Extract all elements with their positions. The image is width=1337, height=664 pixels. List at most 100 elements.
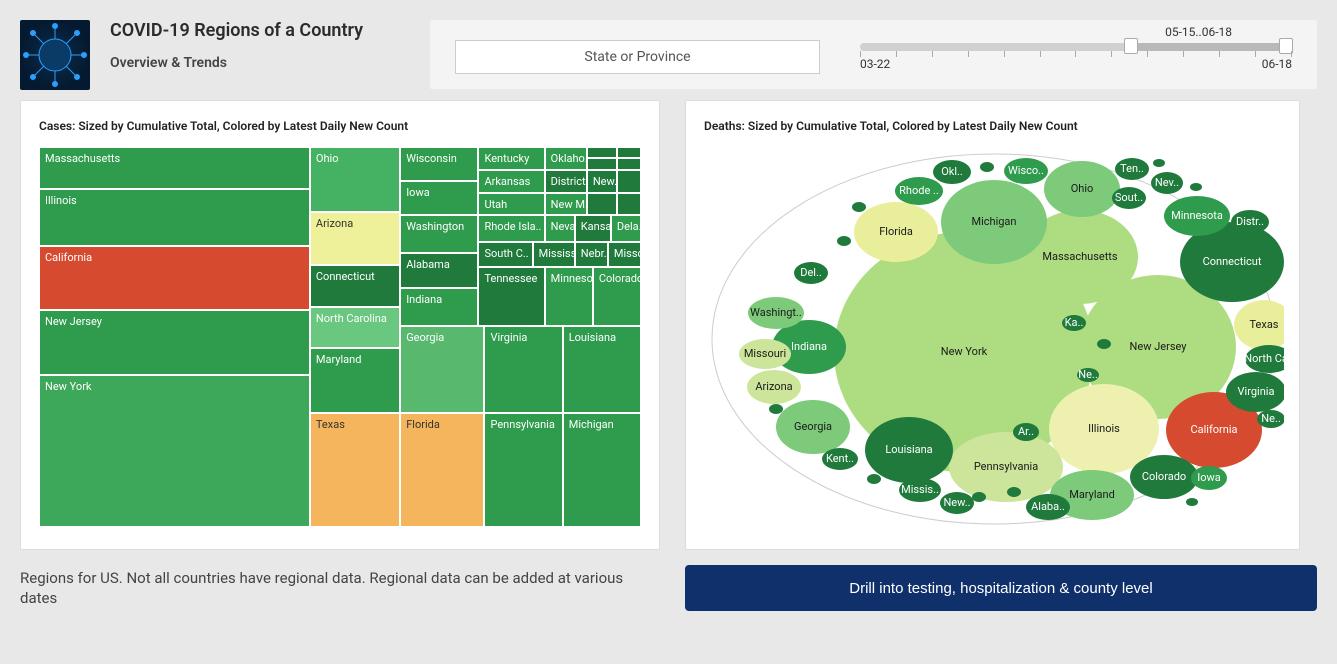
deaths-bubble-card: Deaths: Sized by Cumulative Total, Color… <box>685 100 1300 550</box>
slider-end-labels: 03-22 06-18 <box>860 57 1292 71</box>
bubble[interactable] <box>980 162 994 172</box>
treemap-cell[interactable]: Utah <box>478 193 544 216</box>
treemap-cell[interactable]: District.. <box>545 170 587 193</box>
treemap-cell[interactable]: Maryland <box>310 348 400 413</box>
bubble-label: Rhode .. <box>899 184 939 197</box>
slider-ticks <box>860 51 1292 57</box>
treemap-cell[interactable]: New York <box>39 375 310 527</box>
bubble-label: Florida <box>879 225 913 238</box>
bubble-label: New York <box>941 345 988 358</box>
bubble-label: Nev.. <box>1155 176 1179 189</box>
treemap-cell[interactable]: New.. <box>587 170 617 193</box>
treemap-cell[interactable] <box>617 147 641 158</box>
treemap-cell[interactable]: Colorado <box>593 267 641 326</box>
treemap-cell[interactable]: Louisiana <box>563 326 641 413</box>
treemap-cell[interactable]: Neva.. <box>545 215 575 242</box>
bubble[interactable] <box>1190 183 1202 191</box>
treemap-cell[interactable]: Oklaho.. <box>545 147 587 170</box>
treemap-cell[interactable]: Massachusetts <box>39 147 310 189</box>
footer-row: Regions for US. Not all countries have r… <box>0 550 1337 611</box>
bubble[interactable] <box>1228 291 1240 299</box>
bubble-label: Massachusetts <box>1042 250 1118 263</box>
treemap-cell[interactable]: Kansas <box>575 215 611 242</box>
bubble-label: Kent.. <box>826 452 854 465</box>
treemap-cell[interactable] <box>587 193 617 216</box>
treemap-cell[interactable] <box>587 147 617 158</box>
treemap-cell[interactable]: California <box>39 246 310 311</box>
treemap-cell[interactable]: Arizona <box>310 212 400 265</box>
treemap-cell[interactable]: New M.. <box>545 193 587 216</box>
treemap-cell[interactable]: Texas <box>310 413 400 527</box>
drill-button[interactable]: Drill into testing, hospitalization & co… <box>685 565 1317 611</box>
bubble-label: Wisco.. <box>1008 164 1044 177</box>
bubble-label: Texas <box>1250 318 1279 331</box>
treemap-cell[interactable]: Georgia <box>400 326 484 413</box>
dropdown-placeholder: State or Province <box>584 49 690 65</box>
bubble-label: Georgia <box>794 420 832 433</box>
treemap-cell[interactable]: Rhode Isla.. <box>478 215 544 242</box>
bubble-label: Ar.. <box>1018 425 1034 438</box>
bubble-label: New Jersey <box>1130 340 1188 353</box>
bubble-label: Maryland <box>1069 488 1115 501</box>
treemap-cell[interactable]: Florida <box>400 413 484 527</box>
bubble-label: Indiana <box>791 340 827 353</box>
bubble-label: Missouri <box>744 347 786 360</box>
treemap-cell[interactable]: Virginia <box>484 326 562 413</box>
cases-treemap-card: Cases: Sized by Cumulative Total, Colore… <box>20 100 660 550</box>
bubble-label: Alaba.. <box>1031 500 1065 513</box>
bubble-label: Ne.. <box>1261 412 1281 425</box>
treemap-cell[interactable]: Kentucky <box>478 147 544 170</box>
treemap-cell[interactable]: Iowa <box>400 181 478 215</box>
cases-treemap[interactable]: MassachusettsIllinoisCaliforniaNew Jerse… <box>39 147 641 527</box>
treemap-cell[interactable]: Dela.. <box>611 215 641 242</box>
treemap-cell[interactable]: Arkansas <box>478 170 544 193</box>
bubble-title: Deaths: Sized by Cumulative Total, Color… <box>704 119 1281 133</box>
footer-note: Regions for US. Not all countries have r… <box>20 568 660 609</box>
region-dropdown[interactable]: State or Province <box>455 40 820 74</box>
bubble-label: California <box>1190 423 1237 436</box>
treemap-cell[interactable]: Nebr.. <box>575 242 608 267</box>
drill-button-label: Drill into testing, hospitalization & co… <box>849 580 1153 597</box>
bubble[interactable] <box>769 404 783 414</box>
virus-icon <box>20 20 90 90</box>
treemap-cell[interactable]: Washington <box>400 215 478 253</box>
treemap-cell[interactable] <box>587 158 617 169</box>
treemap-cell[interactable] <box>617 193 641 216</box>
bubble[interactable] <box>1097 339 1111 349</box>
treemap-cell[interactable]: Pennsylvania <box>484 413 562 527</box>
slider-track[interactable] <box>860 43 1292 51</box>
deaths-bubble-chart[interactable]: New YorkNew JerseyMassachusettsMichiganO… <box>704 147 1284 532</box>
treemap-cell[interactable]: Mississ.. <box>533 242 575 267</box>
bubble-label: Distr.. <box>1236 215 1264 228</box>
bubble[interactable] <box>1153 159 1165 167</box>
bubble-label: Ohio <box>1071 182 1094 195</box>
page-title: COVID-19 Regions of a Country <box>110 20 410 41</box>
treemap-cell[interactable]: South C.. <box>478 242 532 267</box>
treemap-cell[interactable] <box>617 158 641 169</box>
treemap-cell[interactable]: Connecticut <box>310 265 400 307</box>
treemap-cell[interactable]: Michigan <box>563 413 641 527</box>
treemap-cell[interactable]: Indiana <box>400 288 478 326</box>
bubble-label: Iowa <box>1197 471 1221 484</box>
treemap-cell[interactable]: Ohio <box>310 147 400 212</box>
bubble[interactable] <box>837 236 851 246</box>
bubble[interactable] <box>1007 487 1021 497</box>
treemap-cell[interactable]: Minnesota <box>545 267 593 326</box>
treemap-cell[interactable]: New Jersey <box>39 310 310 375</box>
bubble[interactable] <box>852 202 866 212</box>
treemap-cell[interactable]: Misso.. <box>608 242 641 267</box>
treemap-cell[interactable]: Wisconsin <box>400 147 478 181</box>
treemap-cell[interactable]: Alabama <box>400 253 478 287</box>
bubble[interactable] <box>867 474 881 484</box>
bubble-label: Virginia <box>1238 385 1275 398</box>
bubble[interactable] <box>972 492 986 502</box>
treemap-cell[interactable] <box>617 170 641 193</box>
treemap-cell[interactable]: North Carolina <box>310 307 400 349</box>
treemap-cell[interactable]: Illinois <box>39 189 310 246</box>
treemap-cell[interactable]: Tennessee <box>478 267 544 326</box>
date-slider[interactable]: 05-15..06-18 03-22 06-18 <box>860 43 1292 71</box>
bubble-label: Sout.. <box>1115 191 1143 204</box>
bubble[interactable] <box>1186 498 1198 506</box>
bubble-label: Colorado <box>1142 470 1186 483</box>
bubble-label: Ten.. <box>1120 162 1144 175</box>
